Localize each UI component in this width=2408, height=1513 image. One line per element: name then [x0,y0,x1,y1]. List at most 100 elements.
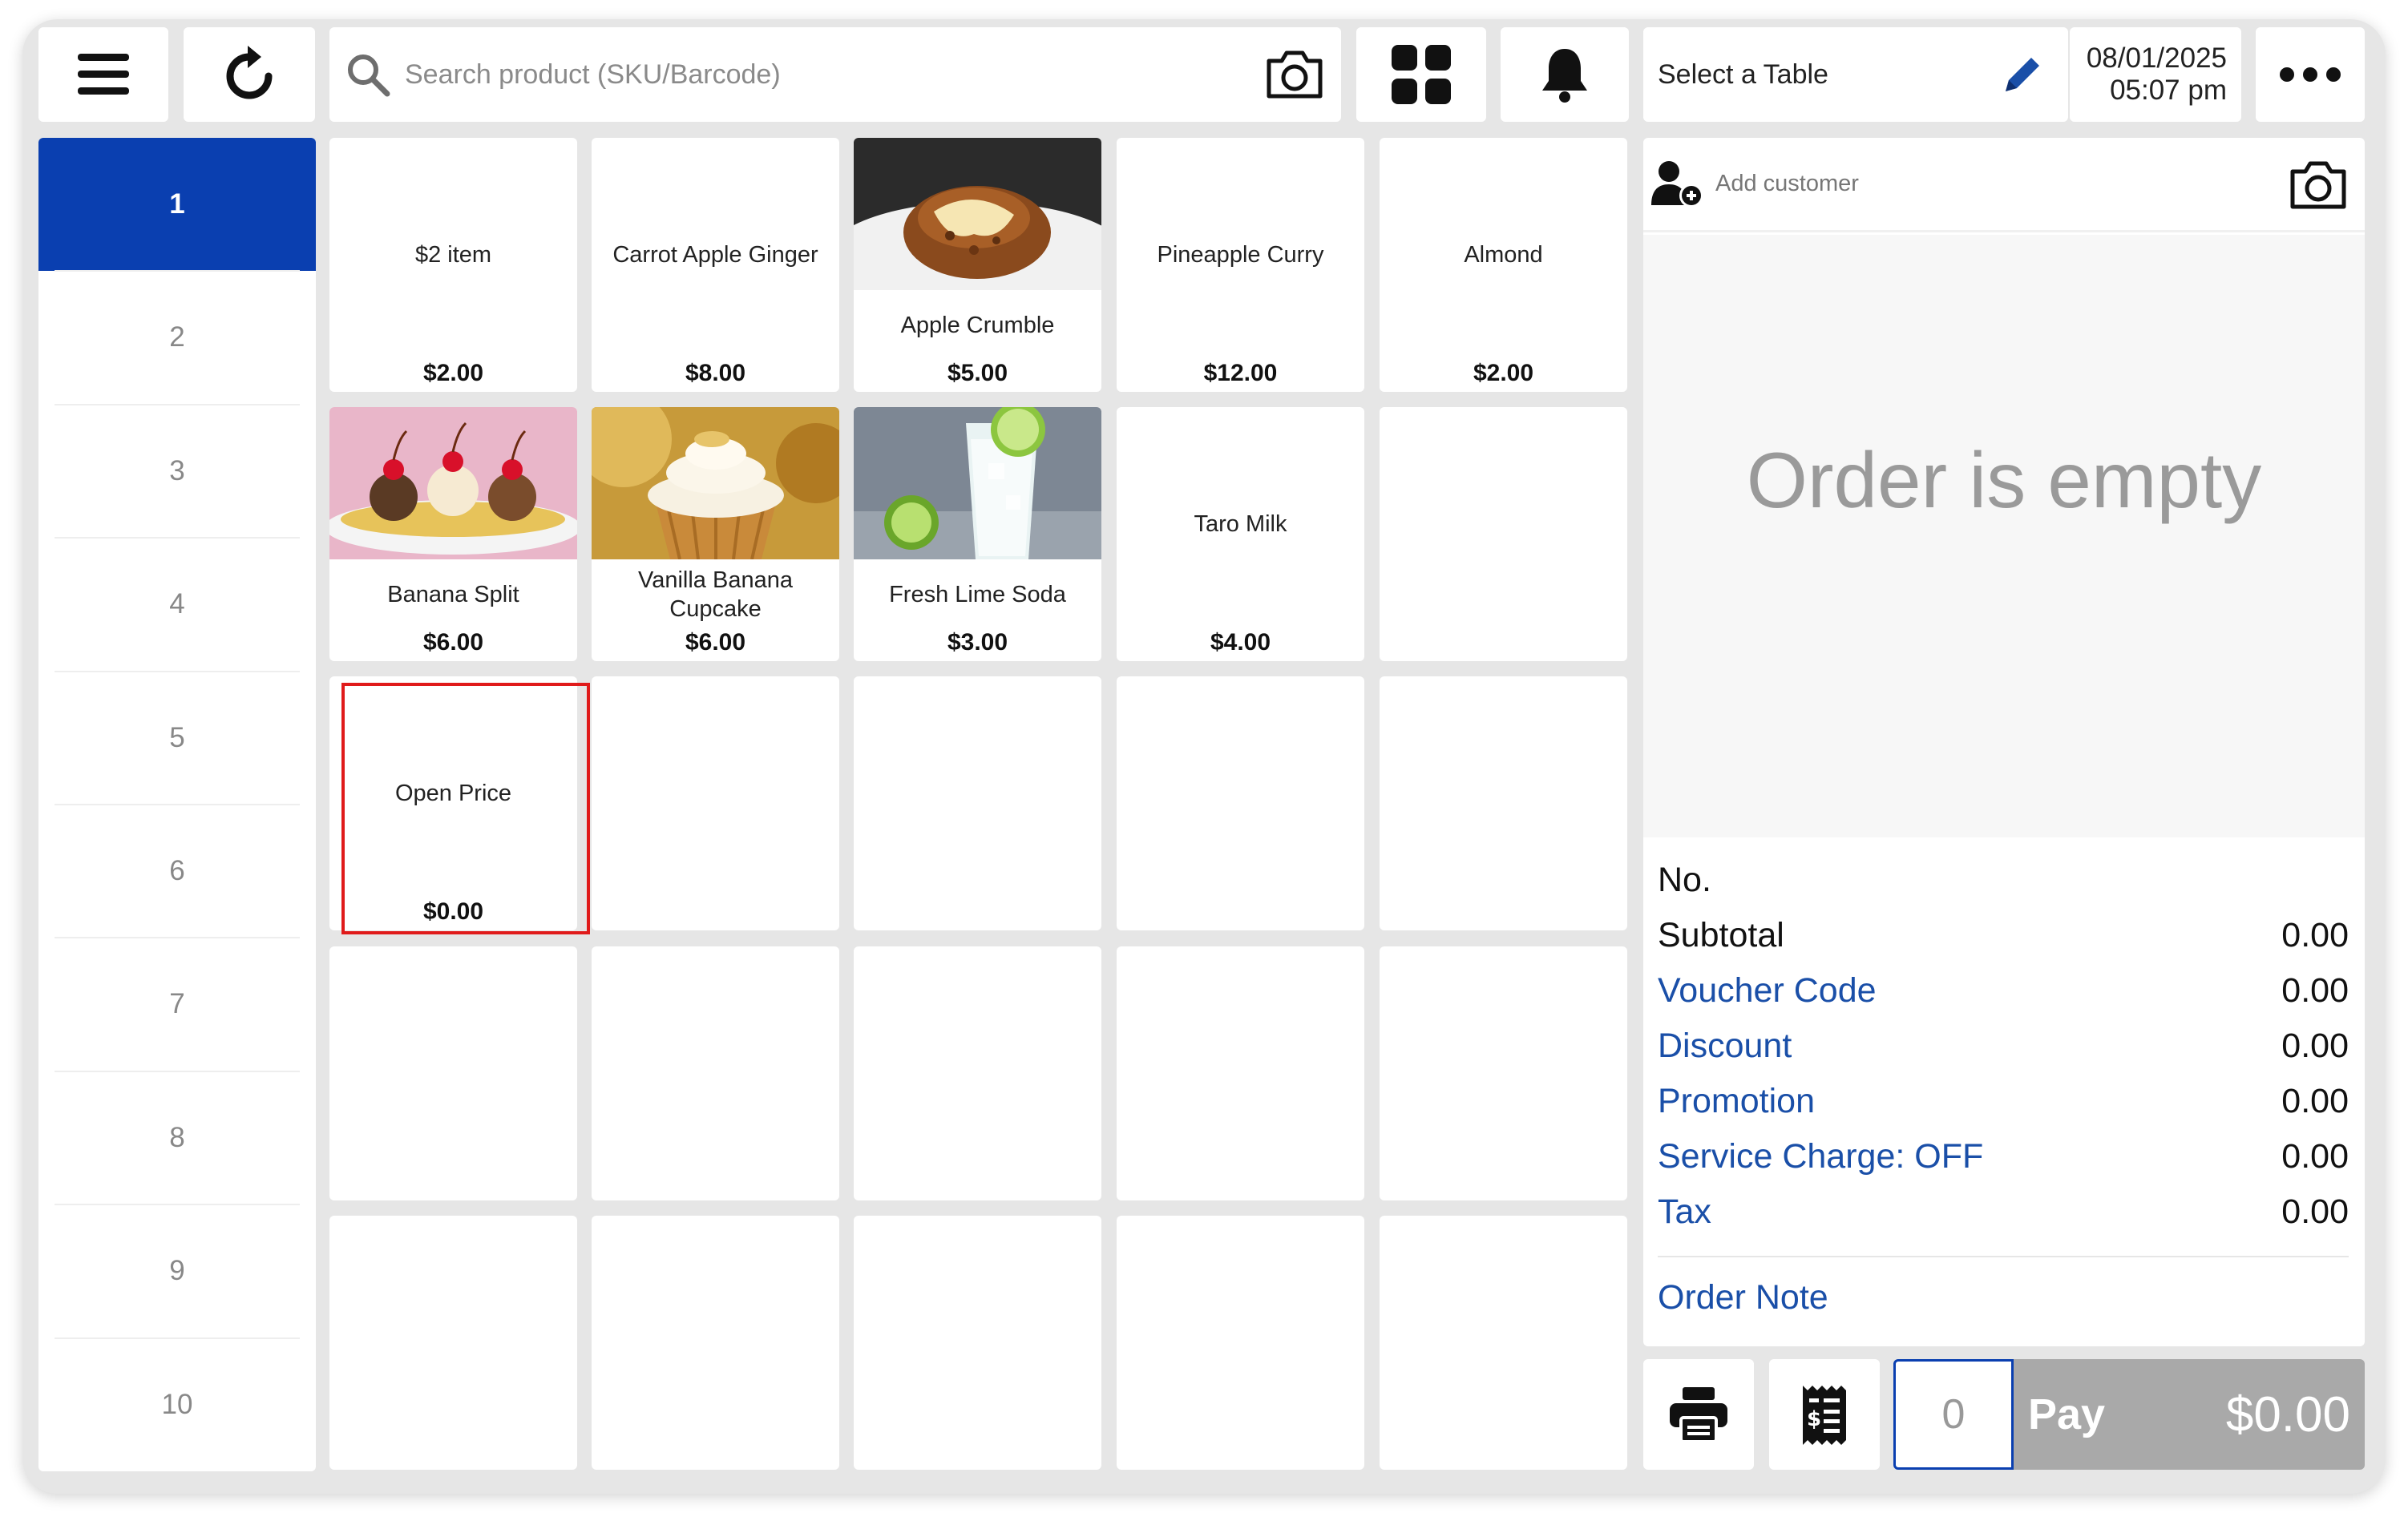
tax-label: Tax [1658,1192,1711,1231]
pay-amount: $0.00 [2225,1386,2350,1442]
table-selector[interactable]: Select a Table [1643,27,2068,122]
empty-product-slot [1117,946,1364,1200]
search-icon [348,54,390,97]
receipt-button[interactable]: $ [1769,1359,1880,1470]
product-name: Fresh Lime Soda [889,582,1066,607]
print-button[interactable] [1643,1359,1754,1470]
search-bar[interactable] [329,27,1341,122]
camera-icon[interactable] [2288,159,2349,212]
date-text: 08/01/2025 [2086,42,2227,74]
page-tab-8[interactable]: 8 [38,1071,316,1204]
order-totals: No. Subtotal 0.00 Voucher Code 0.00 Discount… [1658,853,2349,1329]
empty-product-slot [329,946,577,1200]
subtotal-value: 0.00 [2281,916,2349,954]
quantity-input[interactable]: 0 [1893,1359,2014,1470]
discount-row[interactable]: Discount 0.00 [1658,1019,2349,1074]
product-tile-2-item[interactable]: $2 item $2.00 [329,138,577,392]
empty-product-slot [1117,676,1364,930]
product-name: Vanilla Banana Cupcake [638,567,793,622]
customer-row[interactable]: Add customer [1643,138,2365,232]
receipt-icon: $ [1803,1386,1846,1445]
totals-divider [1658,1256,2349,1257]
order-items-area: Order is empty [1643,235,2365,837]
order-panel: Add customer Order is empty No. Subtotal… [1643,138,2365,1346]
page-tab-divider [55,1071,300,1072]
page-tab-divider [55,404,300,405]
page-sidebar: 1 2 3 4 5 6 7 8 9 10 [38,138,316,1471]
pay-button[interactable]: Pay $0.00 [2014,1359,2365,1470]
product-price: $8.00 [685,360,746,386]
empty-product-slot [854,676,1101,930]
product-tile-open-price[interactable]: Open Price $0.00 [329,676,577,930]
product-tile-vanilla-banana-cupcake[interactable]: Vanilla Banana Cupcake $6.00 [592,407,839,661]
product-price: $3.00 [947,629,1008,656]
more-options-button[interactable] [2256,27,2365,122]
pay-label: Pay [2028,1390,2106,1438]
search-input[interactable] [405,59,1206,91]
product-tile-taro-milk[interactable]: Taro Milk $4.00 [1117,407,1364,661]
table-selector-label: Select a Table [1658,59,1828,90]
page-tab-divider [55,937,300,938]
order-number-row: No. [1658,853,2349,908]
order-note-link[interactable]: Order Note [1658,1265,2349,1329]
product-tile-banana-split[interactable]: Banana Split $6.00 [329,407,577,661]
product-tile-apple-crumble[interactable]: Apple Crumble $5.00 [854,138,1101,392]
product-price: $2.00 [1473,360,1534,386]
page-tab-7[interactable]: 7 [38,938,316,1071]
promotion-row[interactable]: Promotion 0.00 [1658,1074,2349,1129]
refresh-button[interactable] [184,27,315,122]
time-text: 05:07 pm [2110,75,2227,106]
subtotal-row: Subtotal 0.00 [1658,908,2349,963]
promotion-value: 0.00 [2281,1082,2349,1120]
page-tab-9[interactable]: 9 [38,1204,316,1337]
empty-product-slot [1380,676,1627,930]
voucher-code-row[interactable]: Voucher Code 0.00 [1658,963,2349,1019]
notifications-button[interactable] [1501,27,1629,122]
tax-row[interactable]: Tax 0.00 [1658,1184,2349,1240]
product-tile-almond[interactable]: Almond $2.00 [1380,138,1627,392]
add-customer-label: Add customer [1715,171,1859,196]
more-dots-icon [2280,67,2341,82]
discount-value: 0.00 [2281,1027,2349,1065]
service-charge-off-label: Service Charge: OFF [1658,1137,1984,1176]
tax-value: 0.00 [2281,1192,2349,1231]
empty-product-slot [592,1216,839,1470]
banana-split-photo [329,407,577,559]
cupcake-photo [592,407,839,559]
page-tab-1[interactable]: 1 [38,138,316,271]
product-price: $4.00 [1210,629,1271,656]
hamburger-icon [78,54,129,95]
lime-soda-photo [854,407,1101,559]
product-name: Carrot Apple Ginger [612,242,818,268]
grid-view-button[interactable] [1356,27,1486,122]
product-price: $5.00 [947,360,1008,386]
voucher-code-value: 0.00 [2281,971,2349,1010]
product-price: $0.00 [422,898,484,925]
page-tab-5[interactable]: 5 [38,672,316,805]
printer-icon [1670,1387,1727,1442]
product-price: $2.00 [422,360,484,386]
order-number-label: No. [1658,861,1711,899]
page-tab-4[interactable]: 4 [38,538,316,671]
product-tile-fresh-lime-soda[interactable]: Fresh Lime Soda $3.00 [854,407,1101,661]
grid-icon [1392,45,1451,104]
page-tab-6[interactable]: 6 [38,805,316,938]
page-tab-10[interactable]: 10 [38,1338,316,1471]
empty-product-slot [592,676,839,930]
pencil-icon[interactable] [2001,53,2044,96]
apple-crumble-photo [854,138,1101,290]
empty-product-slot [854,1216,1101,1470]
page-tab-2[interactable]: 2 [38,271,316,404]
camera-icon[interactable] [1264,48,1325,101]
discount-label: Discount [1658,1027,1792,1065]
service-charge-off-row[interactable]: Service Charge: OFF 0.00 [1658,1129,2349,1184]
empty-product-slot [854,946,1101,1200]
svg-text:$: $ [1807,1407,1821,1431]
product-name: Taro Milk [1194,511,1287,537]
product-tile-pineapple-curry[interactable]: Pineapple Curry $12.00 [1117,138,1364,392]
page-tab-divider [55,671,300,672]
product-tile-carrot-apple-ginger[interactable]: Carrot Apple Ginger $8.00 [592,138,839,392]
page-tab-3[interactable]: 3 [38,405,316,538]
menu-button[interactable] [38,27,168,122]
page-tab-divider [55,537,300,539]
